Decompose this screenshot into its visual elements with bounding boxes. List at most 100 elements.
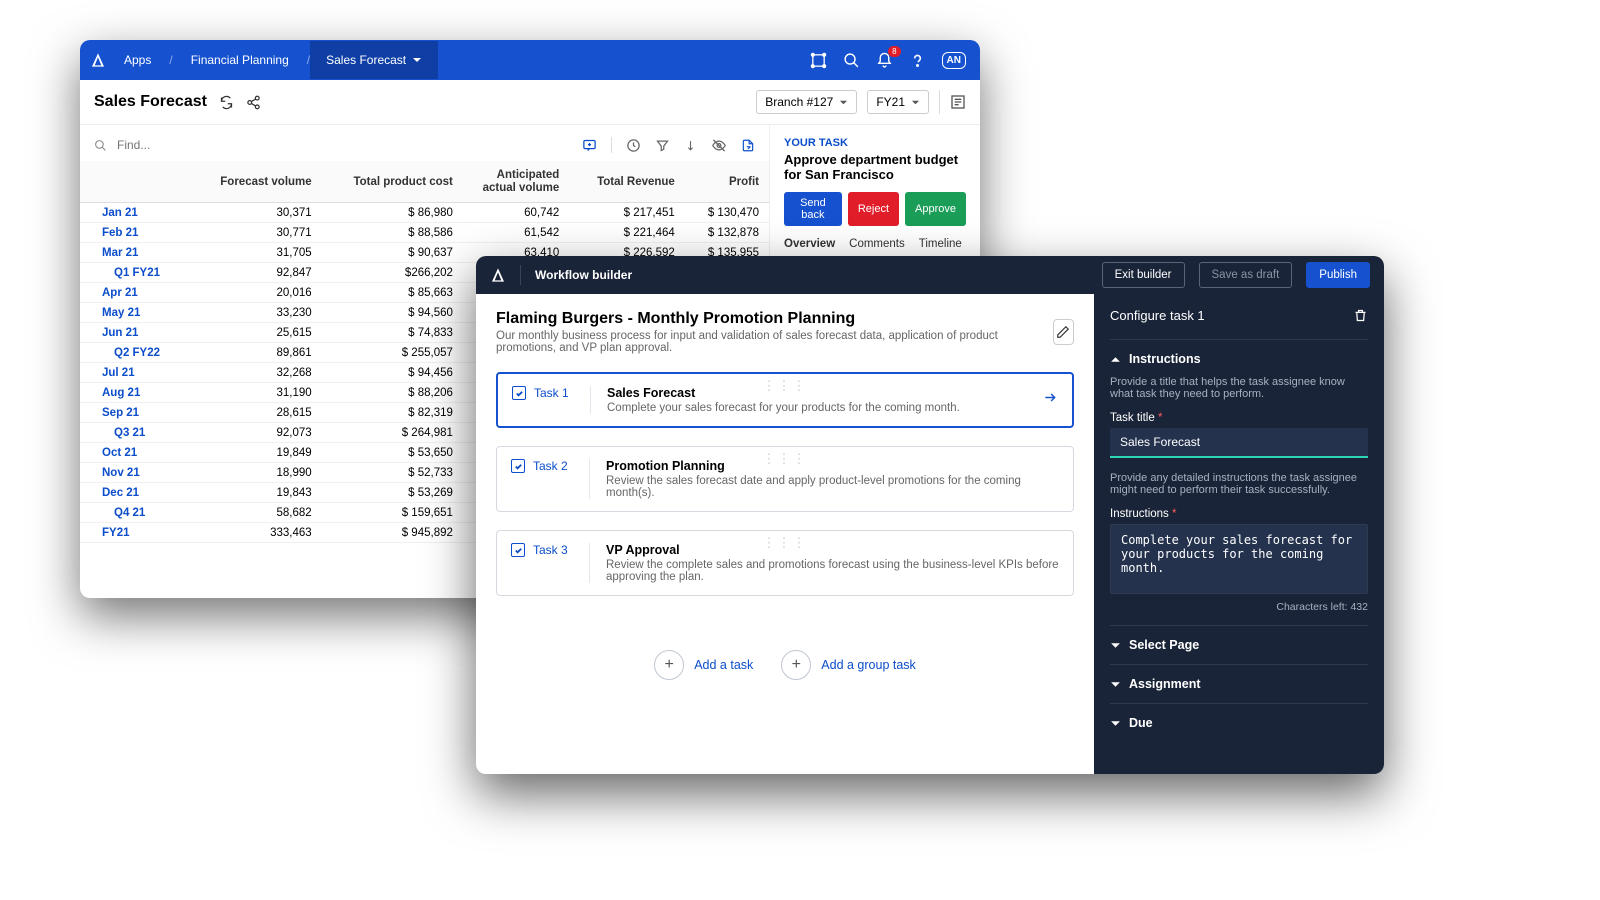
list-icon[interactable] bbox=[950, 94, 966, 110]
cell[interactable]: $ 85,663 bbox=[322, 283, 463, 303]
cell[interactable]: 28,615 bbox=[190, 403, 322, 423]
search-icon[interactable] bbox=[843, 52, 860, 69]
tab-overview[interactable]: Overview bbox=[784, 238, 835, 258]
add-group-task-button[interactable]: +Add a group task bbox=[781, 650, 916, 680]
row-period[interactable]: Q2 FY22 bbox=[80, 343, 190, 363]
cell[interactable]: $ 132,878 bbox=[685, 223, 769, 243]
cell[interactable]: 19,849 bbox=[190, 443, 322, 463]
row-period[interactable]: Sep 21 bbox=[80, 403, 190, 423]
cell[interactable]: 18,990 bbox=[190, 463, 322, 483]
notifications-icon[interactable]: 8 bbox=[876, 52, 893, 69]
cell[interactable]: $ 88,206 bbox=[322, 383, 463, 403]
cell[interactable]: 92,073 bbox=[190, 423, 322, 443]
find-input[interactable] bbox=[117, 138, 572, 152]
section-select-page-toggle[interactable]: Select Page bbox=[1110, 638, 1368, 652]
task-card[interactable]: ⋮⋮⋮ Task 3 VP ApprovalReview the complet… bbox=[496, 530, 1074, 596]
cell[interactable]: $ 94,560 bbox=[322, 303, 463, 323]
cell[interactable]: 58,682 bbox=[190, 503, 322, 523]
drag-handle-icon[interactable]: ⋮⋮⋮ bbox=[763, 378, 808, 394]
refresh-icon[interactable] bbox=[219, 95, 234, 110]
cell[interactable]: $ 255,057 bbox=[322, 343, 463, 363]
task-card[interactable]: ⋮⋮⋮ Task 2 Promotion PlanningReview the … bbox=[496, 446, 1074, 512]
breadcrumb-apps[interactable]: Apps bbox=[124, 53, 151, 67]
publish-button[interactable]: Publish bbox=[1306, 262, 1370, 288]
cell[interactable]: 20,016 bbox=[190, 283, 322, 303]
row-period[interactable]: Q3 21 bbox=[80, 423, 190, 443]
export-icon[interactable] bbox=[741, 138, 755, 153]
hide-icon[interactable] bbox=[711, 138, 727, 153]
cell[interactable]: $ 86,980 bbox=[322, 203, 463, 223]
edit-title-button[interactable] bbox=[1053, 319, 1074, 345]
cell[interactable]: $ 74,833 bbox=[322, 323, 463, 343]
filter-icon[interactable] bbox=[655, 138, 670, 153]
row-period[interactable]: Apr 21 bbox=[80, 283, 190, 303]
help-icon[interactable] bbox=[909, 52, 926, 69]
cell[interactable]: $ 90,637 bbox=[322, 243, 463, 263]
row-period[interactable]: Jul 21 bbox=[80, 363, 190, 383]
cell[interactable]: $ 94,456 bbox=[322, 363, 463, 383]
network-icon[interactable] bbox=[810, 52, 827, 69]
cell[interactable]: $ 53,650 bbox=[322, 443, 463, 463]
cell[interactable]: 333,463 bbox=[190, 523, 322, 543]
tab-comments[interactable]: Comments bbox=[849, 238, 905, 258]
cell[interactable]: 25,615 bbox=[190, 323, 322, 343]
year-dropdown[interactable]: FY21 bbox=[867, 90, 929, 114]
row-period[interactable]: Dec 21 bbox=[80, 483, 190, 503]
cell[interactable]: $ 52,733 bbox=[322, 463, 463, 483]
row-period[interactable]: Mar 21 bbox=[80, 243, 190, 263]
section-instructions-toggle[interactable]: Instructions bbox=[1110, 352, 1368, 366]
row-period[interactable]: Feb 21 bbox=[80, 223, 190, 243]
row-period[interactable]: Nov 21 bbox=[80, 463, 190, 483]
row-period[interactable]: FY21 bbox=[80, 523, 190, 543]
cell[interactable]: $ 130,470 bbox=[685, 203, 769, 223]
section-assignment-toggle[interactable]: Assignment bbox=[1110, 677, 1368, 691]
cell[interactable]: 31,190 bbox=[190, 383, 322, 403]
cell[interactable]: 92,847 bbox=[190, 263, 322, 283]
cell[interactable]: 33,230 bbox=[190, 303, 322, 323]
cell[interactable]: $ 88,586 bbox=[322, 223, 463, 243]
exit-builder-button[interactable]: Exit builder bbox=[1102, 262, 1185, 288]
branch-dropdown[interactable]: Branch #127 bbox=[756, 90, 857, 114]
avatar[interactable]: AN bbox=[942, 52, 966, 69]
reject-button[interactable]: Reject bbox=[848, 192, 899, 226]
delete-task-button[interactable] bbox=[1353, 308, 1368, 323]
row-period[interactable]: Q4 21 bbox=[80, 503, 190, 523]
send-back-button[interactable]: Send back bbox=[784, 192, 842, 226]
cell[interactable]: $ 53,269 bbox=[322, 483, 463, 503]
section-due-toggle[interactable]: Due bbox=[1110, 716, 1368, 730]
cell[interactable]: $266,202 bbox=[322, 263, 463, 283]
history-icon[interactable] bbox=[626, 138, 641, 153]
comment-add-icon[interactable] bbox=[582, 138, 597, 153]
cell[interactable]: $ 945,892 bbox=[322, 523, 463, 543]
cell[interactable]: $ 217,451 bbox=[569, 203, 685, 223]
row-period[interactable]: Jan 21 bbox=[80, 203, 190, 223]
cell[interactable]: 31,705 bbox=[190, 243, 322, 263]
cell[interactable]: 30,371 bbox=[190, 203, 322, 223]
sort-icon[interactable] bbox=[684, 138, 697, 153]
row-period[interactable]: Aug 21 bbox=[80, 383, 190, 403]
add-task-button[interactable]: +Add a task bbox=[654, 650, 753, 680]
cell[interactable]: 89,861 bbox=[190, 343, 322, 363]
task-title-input[interactable] bbox=[1110, 428, 1368, 458]
breadcrumb-active-tab[interactable]: Sales Forecast bbox=[310, 41, 438, 79]
cell[interactable]: 61,542 bbox=[463, 223, 569, 243]
share-icon[interactable] bbox=[246, 95, 261, 110]
tab-timeline[interactable]: Timeline bbox=[919, 238, 962, 258]
instructions-textarea[interactable] bbox=[1110, 524, 1368, 594]
row-period[interactable]: Oct 21 bbox=[80, 443, 190, 463]
drag-handle-icon[interactable]: ⋮⋮⋮ bbox=[763, 451, 808, 467]
approve-button[interactable]: Approve bbox=[905, 192, 966, 226]
save-draft-button[interactable]: Save as draft bbox=[1199, 262, 1293, 288]
drag-handle-icon[interactable]: ⋮⋮⋮ bbox=[763, 535, 808, 551]
cell[interactable]: 60,742 bbox=[463, 203, 569, 223]
cell[interactable]: 32,268 bbox=[190, 363, 322, 383]
cell[interactable]: $ 264,981 bbox=[322, 423, 463, 443]
cell[interactable]: 30,771 bbox=[190, 223, 322, 243]
breadcrumb-financial-planning[interactable]: Financial Planning bbox=[191, 53, 289, 67]
cell[interactable]: 19,843 bbox=[190, 483, 322, 503]
cell[interactable]: $ 159,651 bbox=[322, 503, 463, 523]
row-period[interactable]: May 21 bbox=[80, 303, 190, 323]
cell[interactable]: $ 82,319 bbox=[322, 403, 463, 423]
row-period[interactable]: Q1 FY21 bbox=[80, 263, 190, 283]
row-period[interactable]: Jun 21 bbox=[80, 323, 190, 343]
